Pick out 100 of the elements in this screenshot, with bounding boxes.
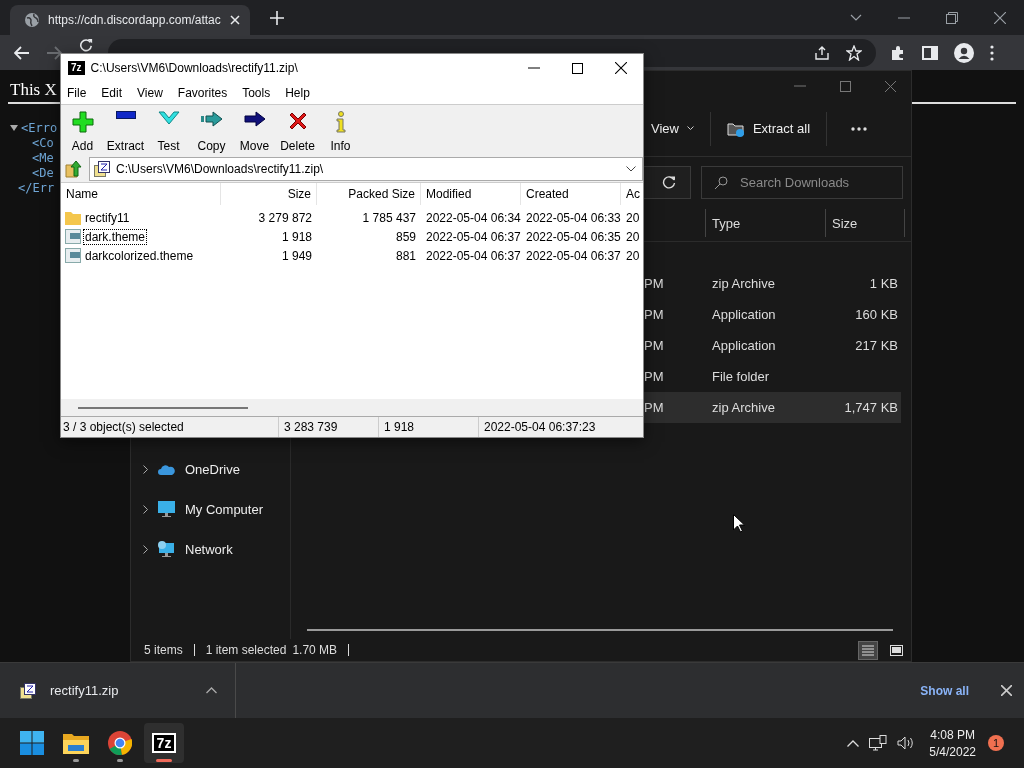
app-logo: 7z: [151, 733, 177, 753]
table-cell-text: Application: [712, 307, 777, 322]
menu-item[interactable]: View: [137, 86, 163, 100]
cloud-icon: [158, 463, 175, 475]
scrollbar-thumb[interactable]: [78, 406, 248, 409]
toolbar-button[interactable]: Extract: [104, 105, 147, 153]
table-cell-text: 160 KB: [854, 307, 898, 322]
menu-item[interactable]: File: [67, 86, 87, 100]
column-header[interactable]: Ac: [621, 183, 643, 205]
table-cell-text: zip Archive: [712, 400, 776, 415]
toolbar-button[interactable]: Move: [233, 105, 276, 153]
folder-icon: [65, 210, 81, 225]
xml-tag: <De: [32, 165, 54, 180]
sidebar-icon[interactable]: [922, 45, 938, 60]
file-row[interactable]: PM Application 217 KB: [643, 330, 901, 361]
table-cell-text: 1 KB: [868, 276, 898, 291]
speaker-icon[interactable]: [897, 736, 915, 750]
column-header[interactable]: Size: [221, 183, 317, 205]
table-cell-text: PM: [644, 369, 665, 384]
cursor-icon: [733, 514, 745, 533]
toolbar-button[interactable]: Info: [319, 105, 362, 153]
restore-icon[interactable]: [946, 11, 958, 24]
xml-tag: <Me: [32, 150, 54, 165]
table-cell-text: Application: [712, 338, 777, 353]
menu-item[interactable]: Tools: [242, 86, 271, 100]
menu-item[interactable]: Help: [285, 86, 310, 100]
delete-icon: [287, 111, 308, 131]
menu-icon[interactable]: [990, 44, 994, 61]
column-header[interactable]: Packed Size: [317, 183, 421, 205]
chevron-right-icon: [143, 464, 148, 474]
star-icon[interactable]: [846, 44, 862, 61]
status-text: 3 283 739: [279, 417, 379, 437]
table-cell-text: PM: [644, 338, 665, 353]
list-icon: [862, 644, 874, 656]
arrow-right-icon: [243, 111, 266, 127]
browser-icon: [108, 731, 132, 755]
nav-item[interactable]: OneDrive: [131, 449, 290, 489]
clock[interactable]: 4:08 PM 5/4/2022: [929, 727, 976, 759]
notification-badge[interactable]: 1: [988, 735, 1004, 751]
extract-all-button[interactable]: Extract all: [716, 114, 821, 143]
puzzle-icon[interactable]: [890, 44, 906, 61]
archive-icon: [94, 160, 110, 177]
more-icon[interactable]: [851, 126, 868, 131]
scrollbar[interactable]: [307, 629, 893, 631]
table-cell-text: PM: [644, 400, 665, 415]
toolbar-button[interactable]: Delete: [276, 105, 319, 153]
table-cell-text: 2022-05-04 06:37: [525, 248, 621, 263]
search-field[interactable]: Search Downloads: [701, 165, 903, 199]
nav-item[interactable]: Network: [131, 529, 290, 569]
folder-up-icon[interactable]: [65, 159, 83, 178]
column-header[interactable]: Created: [521, 183, 621, 205]
item-count: 5 items: [144, 643, 183, 657]
folder-icon: [63, 732, 89, 754]
file-row[interactable]: PM Application 160 KB: [643, 299, 901, 330]
collapse-triangle-icon[interactable]: [10, 123, 18, 132]
view-mode-button[interactable]: [858, 640, 878, 660]
table-cell-text: File folder: [712, 369, 771, 384]
info-icon: [335, 111, 346, 133]
new-tab-icon[interactable]: [270, 10, 284, 25]
table-cell-text: 1 918: [280, 229, 313, 244]
column-header[interactable]: Name: [61, 183, 221, 205]
menu-item[interactable]: Edit: [101, 86, 123, 100]
minimize-icon[interactable]: [898, 16, 910, 19]
file-row[interactable]: PM zip Archive 1 KB: [643, 268, 901, 299]
search-icon: [714, 175, 728, 190]
file-name[interactable]: darkcolorized.theme: [83, 247, 196, 264]
path-dropdown[interactable]: C:\Users\VM6\Downloads\rectify11.zip\: [89, 156, 643, 181]
column-header[interactable]: Modified: [421, 183, 521, 205]
column-header[interactable]: Type: [706, 209, 826, 237]
view-button[interactable]: View: [641, 115, 704, 142]
profile-icon[interactable]: [954, 42, 974, 63]
network-icon: [158, 541, 175, 557]
nav-item[interactable]: My Computer: [131, 489, 290, 529]
toolbar-button[interactable]: Test: [147, 105, 190, 153]
close-icon[interactable]: [615, 62, 627, 74]
file-name[interactable]: rectify11: [83, 209, 132, 226]
column-header[interactable]: Size: [826, 209, 905, 237]
table-cell-text: 859: [394, 229, 417, 244]
taskbar-app[interactable]: 7z: [144, 723, 184, 763]
monitor-icon: [158, 501, 175, 517]
file-icon: [65, 229, 81, 244]
archive-icon: [20, 682, 36, 699]
file-name[interactable]: dark.theme: [83, 228, 148, 245]
share-icon[interactable]: [814, 44, 830, 61]
menu-item[interactable]: Favorites: [177, 86, 228, 100]
close-icon[interactable]: [994, 11, 1006, 24]
file-row[interactable]: PM File folder: [643, 361, 901, 392]
network-icon[interactable]: [869, 735, 888, 751]
file-row[interactable]: PM zip Archive 1,747 KB: [643, 392, 901, 423]
chevron-down-icon[interactable]: [850, 13, 862, 22]
show-all-link[interactable]: Show all: [920, 683, 969, 698]
toolbar-button[interactable]: Add: [61, 105, 104, 153]
browser-tab[interactable]: https://cdn.discordapp.com/attac: [10, 5, 250, 35]
chevron-right-icon: [143, 504, 148, 514]
reload-icon[interactable]: [78, 37, 94, 52]
back-icon[interactable]: [14, 45, 30, 60]
toolbar-button[interactable]: Copy: [190, 105, 233, 153]
table-cell-text: 1 785 437: [361, 210, 417, 225]
maximize-icon[interactable]: [572, 62, 583, 74]
refresh-icon: [662, 175, 676, 189]
